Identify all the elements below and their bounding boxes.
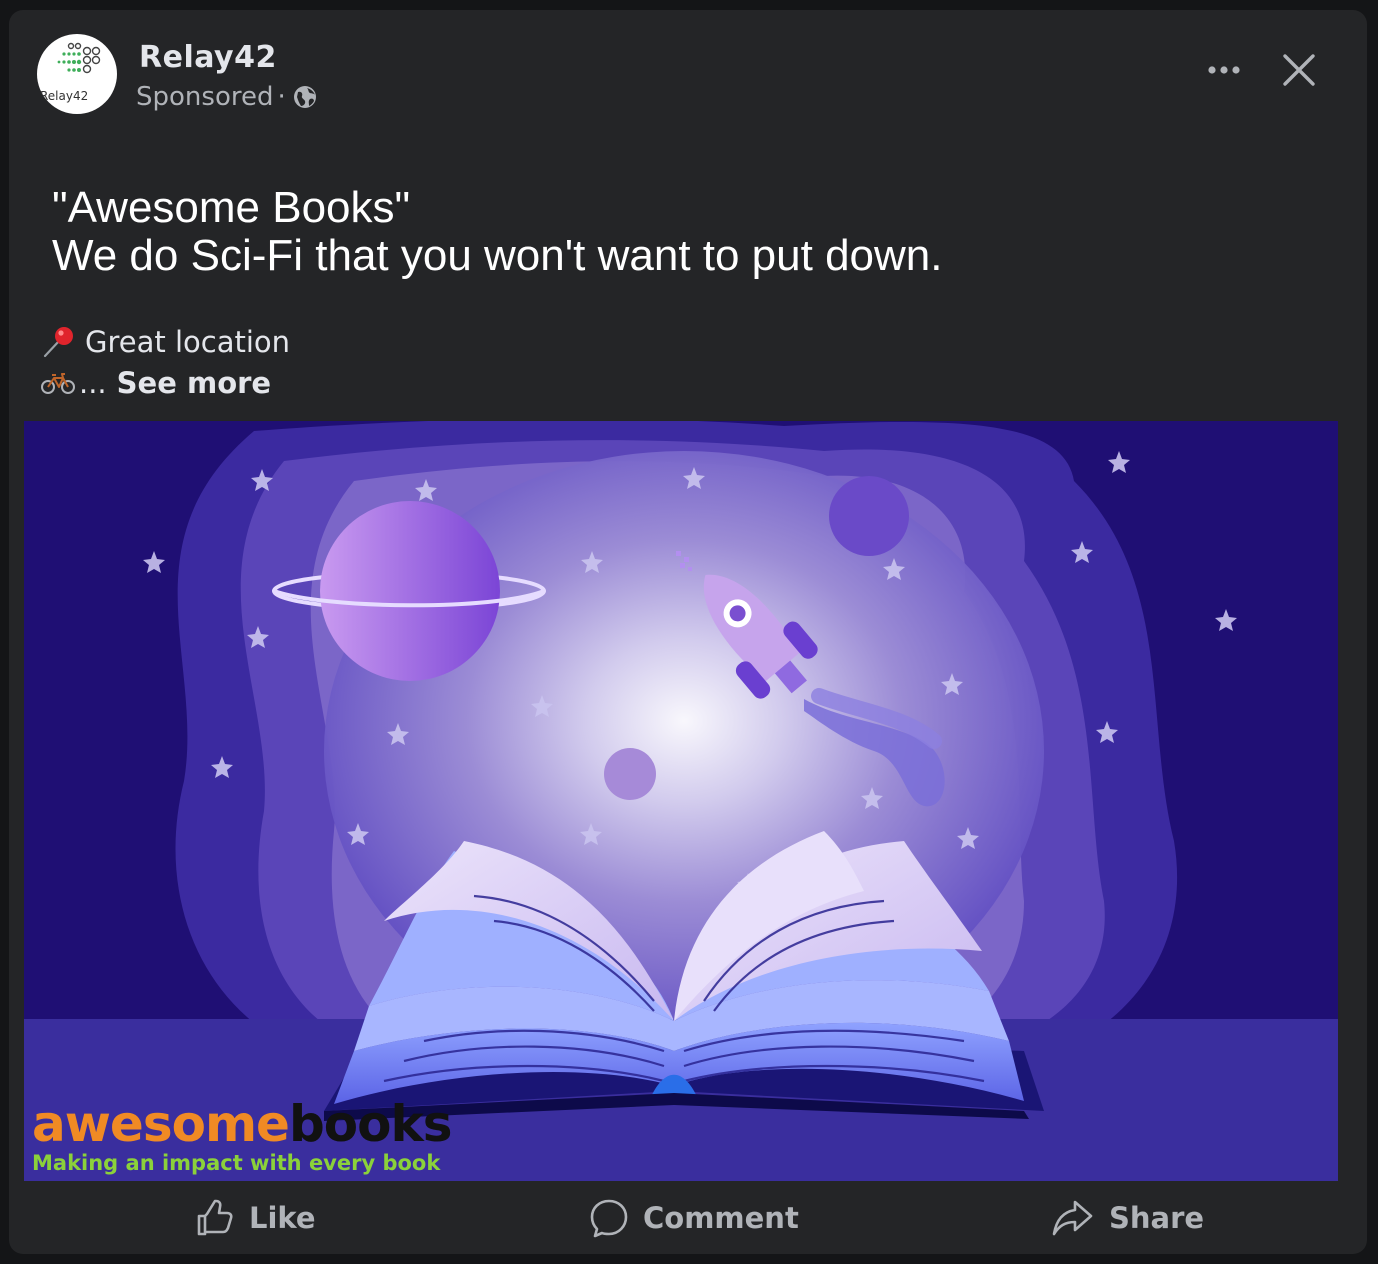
share-label: Share	[1109, 1201, 1205, 1235]
share-arrow-icon	[1052, 1200, 1093, 1236]
truncation-ellipsis: ...	[79, 366, 107, 400]
headline-title: "Awesome Books"	[52, 183, 411, 232]
comment-button[interactable]: Comment	[589, 1198, 799, 1238]
thumbs-up-icon	[197, 1199, 233, 1236]
brand-lockup: awesomebooks Making an impact with every…	[32, 1095, 452, 1175]
post-actions-bar: Like Comment Share	[9, 1182, 1367, 1254]
space-book-illustration	[24, 421, 1338, 1181]
awesomebooks-logo: awesomebooks	[32, 1095, 452, 1153]
comment-label: Comment	[643, 1201, 799, 1235]
sponsored-row: Sponsored ·	[136, 82, 318, 112]
location-text: Great location	[85, 325, 291, 359]
headline-body: We do Sci-Fi that you won't want to put …	[52, 231, 943, 280]
globe-icon	[293, 86, 316, 108]
relay42-logo-icon: Relay42	[40, 42, 101, 103]
location-line: Great location	[41, 324, 290, 360]
more-dots-icon	[1208, 66, 1240, 74]
more-options-button[interactable]	[1205, 50, 1249, 86]
share-button[interactable]: Share	[1051, 1198, 1204, 1238]
comment-bubble-icon	[590, 1199, 628, 1238]
pushpin-icon	[43, 327, 73, 358]
sponsored-post-card: Relay42 Relay42 Sponsored · "Awesome Boo…	[9, 10, 1367, 1254]
separator-dot: ·	[277, 82, 286, 112]
post-headline: "Awesome Books" We do Sci-Fi that you wo…	[52, 184, 942, 280]
page-avatar[interactable]: Relay42	[37, 34, 117, 114]
brand-tagline: Making an impact with every book	[32, 1151, 441, 1175]
ad-creative-image[interactable]: awesomebooks Making an impact with every…	[24, 421, 1338, 1181]
like-button[interactable]: Like	[195, 1198, 316, 1238]
like-label: Like	[249, 1201, 316, 1235]
see-more-line: ... See more	[41, 366, 271, 400]
close-button[interactable]	[1277, 48, 1323, 94]
close-icon	[1283, 54, 1315, 86]
bicycle-icon	[41, 373, 75, 394]
sponsored-label[interactable]: Sponsored	[136, 82, 273, 112]
svg-text:Relay42: Relay42	[40, 89, 88, 103]
see-more-link[interactable]: See more	[117, 366, 271, 400]
page-name[interactable]: Relay42	[139, 40, 277, 75]
